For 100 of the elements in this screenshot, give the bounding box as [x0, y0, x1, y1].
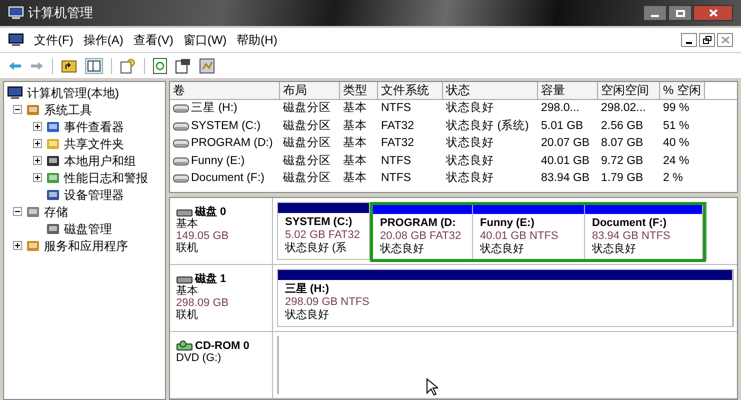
- disk-name: 磁盘 1: [195, 273, 226, 285]
- table-cell-text: 状态良好: [446, 154, 494, 169]
- table-cell-text: 状态良好 (系统): [446, 118, 529, 134]
- column-header[interactable]: % 空闲: [660, 82, 705, 99]
- menu-item[interactable]: 文件(F): [34, 31, 74, 49]
- tree-item[interactable]: 系统工具: [44, 100, 92, 118]
- table-cell-text: Document (F:): [191, 171, 264, 186]
- properties-icon[interactable]: [175, 58, 191, 74]
- table-cell-text: 三星 (H:): [191, 100, 238, 116]
- table-cell-text: 基本: [343, 154, 367, 169]
- partition-size: 20.08 GB FAT32: [380, 230, 462, 242]
- disk-name: 磁盘 0: [195, 206, 226, 218]
- partition-block[interactable]: SYSTEM (C:) 5.02 GB FAT32 状态良好 (系: [278, 203, 370, 259]
- column-header[interactable]: 卷: [170, 82, 280, 99]
- table-cell-text: 基本: [343, 170, 367, 186]
- restore-icon: [702, 36, 712, 44]
- disk-size: 149.05 GB: [176, 230, 230, 242]
- table-cell-text: 磁盘分区: [283, 118, 331, 134]
- column-header[interactable]: 空闲空间: [598, 82, 660, 99]
- collapse-icon[interactable]: [13, 105, 22, 114]
- table-cell-text: 9.72 GB: [601, 154, 644, 169]
- table-cell-text: 状态良好: [446, 100, 494, 116]
- tree-item[interactable]: 事件查看器: [64, 118, 124, 136]
- close-icon: [708, 9, 718, 17]
- expand-icon[interactable]: [33, 139, 42, 148]
- partition-size: 5.02 GB FAT32: [285, 229, 362, 242]
- tree-item[interactable]: 存储: [44, 202, 68, 220]
- table-cell-text: NTFS: [381, 171, 412, 186]
- folder-up-icon[interactable]: [61, 58, 77, 72]
- menu-item[interactable]: 查看(V): [133, 31, 174, 49]
- tree-item[interactable]: 共享文件夹: [64, 134, 124, 152]
- column-header[interactable]: 容量: [538, 82, 598, 99]
- partition-size: 40.01 GB NTFS: [480, 230, 560, 242]
- partition-status: 状态良好: [285, 309, 330, 322]
- column-header[interactable]: 类型: [340, 82, 378, 99]
- menu-item[interactable]: 窗口(W): [183, 31, 227, 49]
- table-cell-text: 状态良好: [446, 170, 494, 186]
- collapse-icon[interactable]: [13, 207, 22, 216]
- tree-item[interactable]: 本地用户和组: [64, 152, 136, 170]
- column-header[interactable]: 文件系统: [378, 82, 443, 99]
- table-cell-text: 298.0...: [541, 101, 580, 116]
- refresh-icon[interactable]: [153, 58, 167, 74]
- expand-icon[interactable]: [33, 173, 42, 182]
- cd-drive-icon: [176, 340, 194, 352]
- mouse-cursor-icon: [426, 378, 438, 396]
- column-header[interactable]: 布局: [280, 82, 340, 99]
- close-button[interactable]: [693, 5, 733, 21]
- disk-size: 298.09 GB: [176, 297, 230, 309]
- table-cell-text: 5.01 GB: [541, 118, 584, 134]
- drive-icon: [173, 104, 189, 114]
- menu-item[interactable]: 帮助(H): [236, 31, 278, 49]
- tree-item[interactable]: 计算机管理(本地): [27, 84, 119, 102]
- expand-icon[interactable]: [33, 156, 42, 165]
- tree-item[interactable]: 设备管理器: [64, 186, 124, 204]
- table-cell-text: 8.07 GB: [601, 136, 644, 152]
- disk-type: 基本: [176, 285, 199, 297]
- tree-item[interactable]: 磁盘管理: [64, 220, 112, 238]
- column-header[interactable]: 状态: [443, 82, 538, 99]
- partition-status: 状态良好: [592, 243, 637, 256]
- partition-block[interactable]: PROGRAM (D: 20.08 GB FAT32 状态良好: [373, 205, 473, 259]
- maximize-button[interactable]: [668, 5, 692, 21]
- menu-item[interactable]: 操作(A): [83, 31, 124, 49]
- panel-toggle-icon[interactable]: [85, 58, 103, 74]
- partition-block[interactable]: Funny (E:) 40.01 GB NTFS 状态良好: [473, 205, 585, 259]
- minimize-button[interactable]: [681, 33, 697, 47]
- restore-button[interactable]: [699, 33, 715, 47]
- tree-item[interactable]: 服务和应用程序: [44, 236, 128, 254]
- table-cell-text: 1.79 GB: [601, 171, 644, 186]
- partition-status: 状态良好 (系: [285, 242, 348, 255]
- expand-icon[interactable]: [13, 241, 22, 250]
- disk-status: 联机: [176, 309, 199, 321]
- table-cell-text: 40 %: [663, 136, 690, 152]
- expand-icon[interactable]: [33, 122, 42, 131]
- settings-icon[interactable]: [199, 58, 215, 74]
- table-cell-text: 基本: [343, 118, 367, 134]
- table-cell-text: 基本: [343, 100, 367, 116]
- table-cell-text: 51 %: [663, 118, 690, 134]
- back-arrow-icon[interactable]: [8, 60, 22, 70]
- table-cell-text: 磁盘分区: [283, 170, 331, 186]
- drive-icon: [173, 139, 189, 148]
- table-cell-text: 83.94 GB: [541, 171, 590, 186]
- table-cell-text: 磁盘分区: [283, 154, 331, 169]
- table-cell-text: 20.07 GB: [541, 136, 590, 152]
- table-cell-text: 2.56 GB: [601, 118, 644, 134]
- help-icon[interactable]: [120, 58, 136, 74]
- partition-block[interactable]: 三星 (H:) 298.09 GB NTFS 状态良好: [278, 270, 733, 326]
- table-cell-text: 磁盘分区: [283, 100, 331, 116]
- disk-type: DVD (G:): [176, 352, 222, 364]
- window-title: 计算机管理: [28, 4, 93, 22]
- table-cell-text: 磁盘分区: [283, 136, 331, 152]
- drive-icon: [173, 122, 189, 131]
- close-icon: [720, 36, 730, 44]
- table-cell-text: 基本: [343, 136, 367, 152]
- partition-block[interactable]: Document (F:) 83.94 GB NTFS 状态良好: [585, 205, 703, 259]
- table-cell-text: 24 %: [663, 154, 690, 169]
- partition-size: 83.94 GB NTFS: [592, 230, 672, 242]
- tree-item[interactable]: 性能日志和警报: [64, 168, 148, 186]
- table-cell-text: NTFS: [381, 154, 412, 169]
- drive-icon: [173, 174, 189, 184]
- minimize-button[interactable]: [643, 5, 667, 21]
